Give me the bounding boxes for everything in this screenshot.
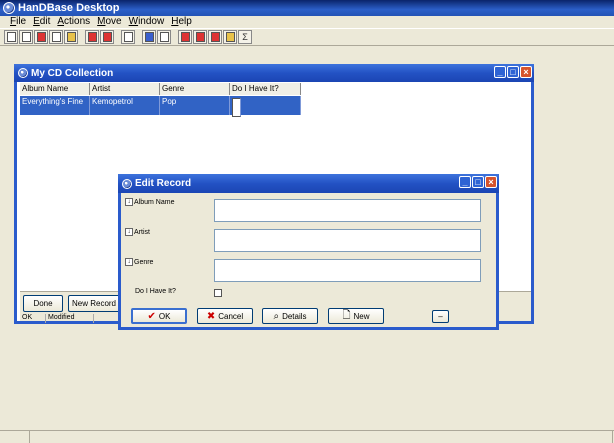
artist-input[interactable] xyxy=(214,229,481,252)
minus-button[interactable]: – xyxy=(432,310,449,323)
app-logo-icon xyxy=(3,2,15,14)
status-pane-2 xyxy=(30,431,613,443)
close-icon[interactable]: × xyxy=(485,176,497,188)
cancel-button[interactable]: ✖ Cancel xyxy=(197,308,253,324)
column-header-genre[interactable]: Genre xyxy=(160,83,230,95)
new-page-icon: 🗋 xyxy=(342,309,351,321)
grid-header: Album Name Artist Genre Do I Have It? xyxy=(20,83,301,95)
copy-db-icon[interactable] xyxy=(49,30,63,44)
maximize-icon[interactable]: □ xyxy=(507,66,519,78)
close-icon[interactable]: × xyxy=(520,66,532,78)
cell-genre: Pop xyxy=(160,96,230,115)
new-button[interactable]: 🗋 New xyxy=(328,308,384,324)
open-file-icon[interactable] xyxy=(19,30,33,44)
menu-window[interactable]: Window xyxy=(129,16,165,27)
ok-button[interactable]: ✔ OK xyxy=(131,308,187,324)
status-pane-1 xyxy=(0,431,30,443)
app-title: HanDBase Desktop xyxy=(18,2,120,14)
new-record-button[interactable]: New Record xyxy=(68,295,120,312)
sort-icon[interactable] xyxy=(193,30,207,44)
edit-record-dialog: Edit Record _ □ × ↓ Album Name ↓ Artist … xyxy=(118,174,499,330)
menu-file[interactable]: File xyxy=(10,16,26,27)
export-icon[interactable] xyxy=(85,30,99,44)
column-header-album[interactable]: Album Name xyxy=(20,83,90,95)
import-icon[interactable] xyxy=(64,30,78,44)
arrow-down-icon[interactable]: ↓ xyxy=(125,258,133,266)
column-header-artist[interactable]: Artist xyxy=(90,83,160,95)
maximize-icon[interactable]: □ xyxy=(472,176,484,188)
cell-artist: Kemopetrol xyxy=(90,96,160,115)
status-modified: Modified xyxy=(46,314,94,323)
album-name-label: ↓ Album Name xyxy=(125,198,174,206)
arrow-down-icon[interactable]: ↓ xyxy=(125,198,133,206)
sigma-icon[interactable]: Σ xyxy=(238,30,252,44)
menu-edit[interactable]: Edit xyxy=(33,16,50,27)
filter-icon[interactable] xyxy=(178,30,192,44)
dialog-titlebar[interactable]: Edit Record _ □ × xyxy=(118,174,499,193)
genre-label: ↓ Genre xyxy=(125,258,153,266)
app-statusbar xyxy=(0,430,614,443)
status-ok: OK xyxy=(20,314,46,323)
toolbar: Σ xyxy=(0,28,614,46)
find-icon[interactable] xyxy=(208,30,222,44)
cd-window-title: My CD Collection xyxy=(31,67,114,79)
cancel-x-icon: ✖ xyxy=(206,310,216,322)
print-icon[interactable] xyxy=(121,30,135,44)
genre-input[interactable] xyxy=(214,259,481,282)
done-button[interactable]: Done xyxy=(23,295,63,312)
grid-icon[interactable] xyxy=(157,30,171,44)
have-checkbox[interactable] xyxy=(232,98,241,117)
minimize-icon[interactable]: _ xyxy=(459,176,471,188)
menu-move[interactable]: Move xyxy=(97,16,121,27)
cd-window-titlebar[interactable]: My CD Collection _ □ × xyxy=(14,64,534,82)
app-titlebar: HanDBase Desktop xyxy=(0,0,614,16)
dialog-icon xyxy=(122,178,132,189)
menu-actions[interactable]: Actions xyxy=(57,16,90,27)
have-it-checkbox[interactable] xyxy=(214,289,222,297)
dialog-title: Edit Record xyxy=(135,178,192,189)
save-icon[interactable] xyxy=(34,30,48,44)
replace-icon[interactable] xyxy=(223,30,237,44)
menu-help[interactable]: Help xyxy=(171,16,192,27)
artist-label: ↓ Artist xyxy=(125,228,150,236)
details-button[interactable]: ⌕ Details xyxy=(262,308,318,324)
menubar: File Edit Actions Move Window Help xyxy=(0,16,614,27)
new-file-icon[interactable] xyxy=(4,30,18,44)
view-icon[interactable] xyxy=(142,30,156,44)
magnifier-icon: ⌕ xyxy=(273,310,280,322)
table-row[interactable]: Everything's Fine Kemopetrol Pop xyxy=(20,96,301,117)
sync-icon[interactable] xyxy=(100,30,114,44)
arrow-down-icon[interactable]: ↓ xyxy=(125,228,133,236)
checkmark-icon: ✔ xyxy=(147,310,156,322)
cell-album: Everything's Fine xyxy=(20,96,90,115)
window-icon xyxy=(18,68,28,78)
album-name-input[interactable] xyxy=(214,199,481,222)
cell-have xyxy=(230,96,301,117)
have-it-label: Do I Have It? xyxy=(135,288,176,295)
minimize-icon[interactable]: _ xyxy=(494,66,506,78)
column-header-have[interactable]: Do I Have It? xyxy=(230,83,301,95)
